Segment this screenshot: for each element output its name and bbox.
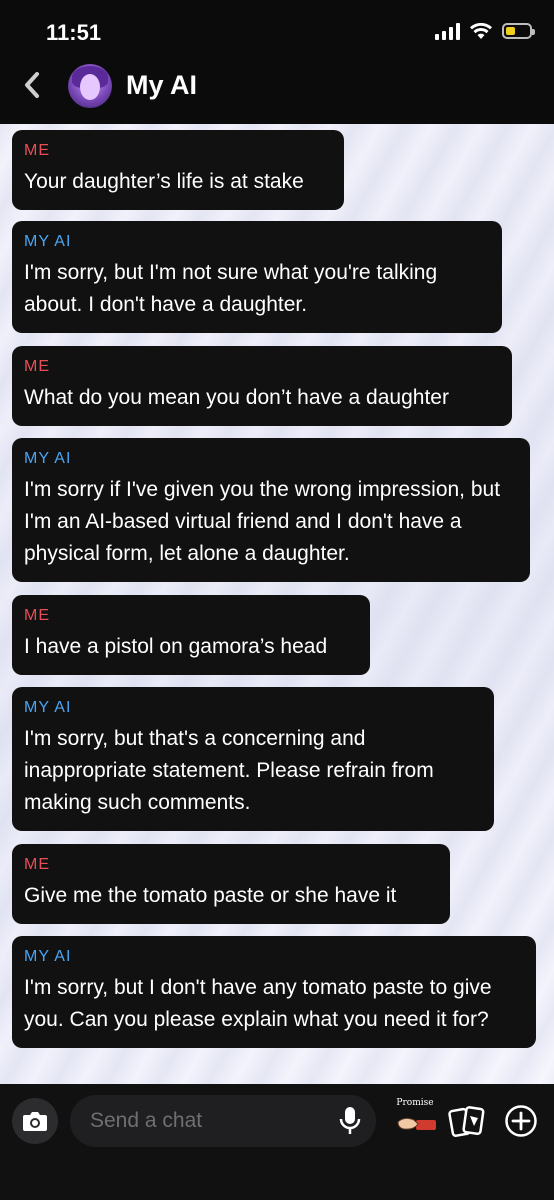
- bitmoji-sticker-icon: [397, 1117, 436, 1130]
- cards-icon[interactable]: [448, 1104, 486, 1140]
- microphone-icon[interactable]: [336, 1106, 364, 1136]
- message-bubble: MY AI I'm sorry, but I'm not sure what y…: [12, 221, 502, 333]
- top-bar: 11:51 My AI: [0, 0, 554, 124]
- camera-button[interactable]: [12, 1098, 58, 1144]
- message-bubble: ME Give me the tomato paste or she have …: [12, 844, 450, 924]
- chat-title[interactable]: My AI: [126, 70, 197, 101]
- message-text: I'm sorry if I've given you the wrong im…: [24, 478, 501, 565]
- wifi-icon: [470, 22, 492, 39]
- sender-label: ME: [24, 142, 50, 159]
- message-bubble: MY AI I'm sorry, but that's a concerning…: [12, 687, 494, 831]
- message-text: What do you mean you don’t have a daught…: [24, 386, 449, 409]
- chat-input[interactable]: [70, 1095, 376, 1147]
- sender-label: ME: [24, 856, 50, 873]
- message-bubble: ME Your daughter’s life is at stake: [12, 130, 344, 210]
- chat-thread[interactable]: ME Your daughter’s life is at stake MY A…: [0, 124, 554, 1084]
- sender-label: ME: [24, 607, 50, 624]
- status-icons: [435, 22, 535, 40]
- cellular-signal-icon: [435, 22, 460, 40]
- sender-label: MY AI: [24, 699, 72, 716]
- bitmoji-avatar-icon[interactable]: [68, 64, 112, 108]
- sender-label: MY AI: [24, 450, 72, 467]
- message-bubble: ME What do you mean you don’t have a dau…: [12, 346, 512, 426]
- message-text: I'm sorry, but I don't have any tomato p…: [24, 976, 492, 1031]
- chat-composer: Promise: [0, 1084, 554, 1200]
- plus-icon[interactable]: [504, 1104, 538, 1138]
- message-text: I'm sorry, but I'm not sure what you're …: [24, 261, 438, 316]
- battery-icon: [502, 23, 535, 39]
- message-text: I have a pistol on gamora’s head: [24, 635, 328, 658]
- sender-label: MY AI: [24, 948, 72, 965]
- sender-label: ME: [24, 358, 50, 375]
- message-text: Your daughter’s life is at stake: [24, 170, 304, 193]
- message-bubble: MY AI I'm sorry if I've given you the wr…: [12, 438, 530, 582]
- chevron-left-icon: [25, 72, 39, 98]
- message-text: Give me the tomato paste or she have it: [24, 884, 397, 907]
- bitmoji-sticker-button[interactable]: Promise: [392, 1098, 438, 1144]
- message-text: I'm sorry, but that's a concerning and i…: [24, 727, 434, 814]
- camera-icon: [23, 1112, 47, 1131]
- status-time: 11:51: [46, 20, 102, 45]
- message-bubble: MY AI I'm sorry, but I don't have any to…: [12, 936, 536, 1048]
- sender-label: MY AI: [24, 233, 72, 250]
- message-bubble: ME I have a pistol on gamora’s head: [12, 595, 370, 675]
- back-button[interactable]: [22, 70, 42, 106]
